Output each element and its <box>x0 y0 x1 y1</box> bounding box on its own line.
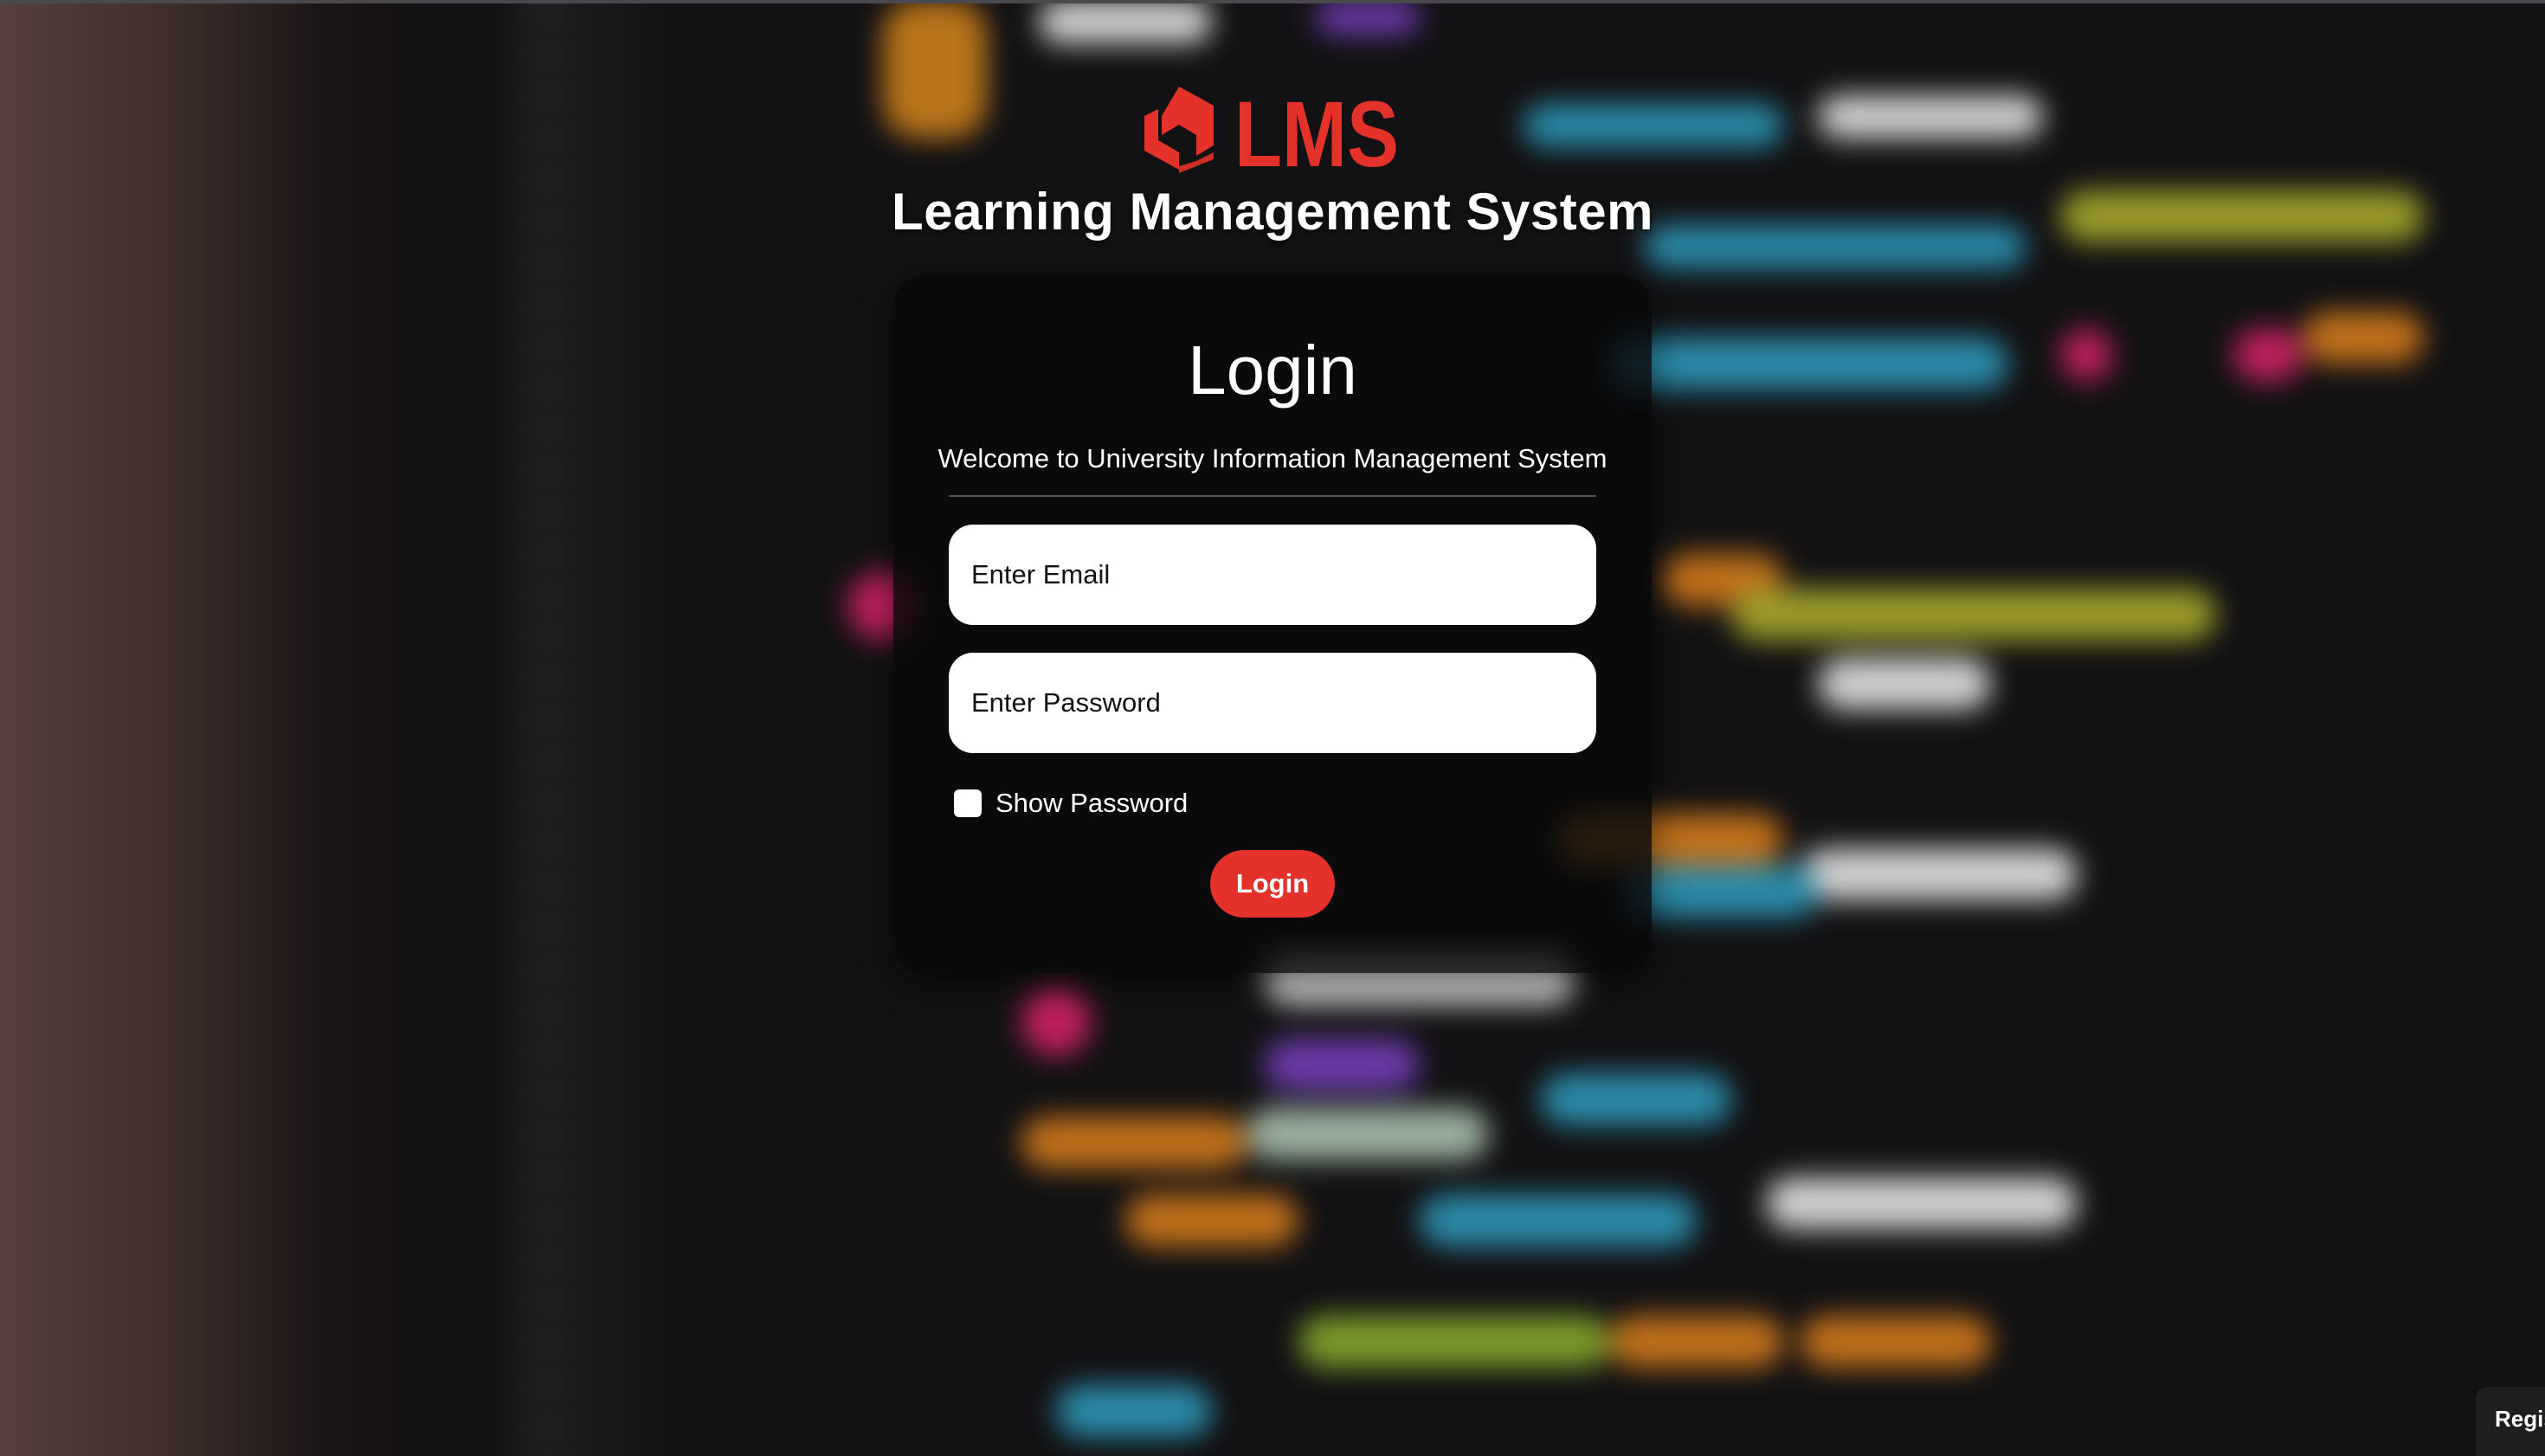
email-input[interactable] <box>949 525 1596 625</box>
login-title: Login <box>1188 332 1357 409</box>
hexagon-cube-icon: LMS <box>1144 81 1399 186</box>
login-button[interactable]: Login <box>1210 850 1335 918</box>
show-password-checkbox[interactable] <box>954 789 982 817</box>
logo-text: LMS <box>1234 83 1399 177</box>
show-password-toggle[interactable]: Show Password <box>954 786 1188 821</box>
register-tab[interactable]: Regis <box>2476 1387 2545 1456</box>
password-input[interactable] <box>949 653 1596 753</box>
app-title: Learning Management System <box>892 183 1653 241</box>
show-password-label: Show Password <box>995 788 1189 818</box>
welcome-text: Welcome to University Information Manage… <box>937 443 1608 474</box>
divider <box>949 495 1596 497</box>
register-tab-label: Regis <box>2495 1406 2545 1432</box>
lms-logo: LMS <box>1141 81 1401 186</box>
login-page: LMS Learning Management System Login Wel… <box>0 0 2545 1456</box>
login-card: Login Welcome to University Information … <box>893 275 1652 973</box>
window-top-border <box>0 0 2545 3</box>
